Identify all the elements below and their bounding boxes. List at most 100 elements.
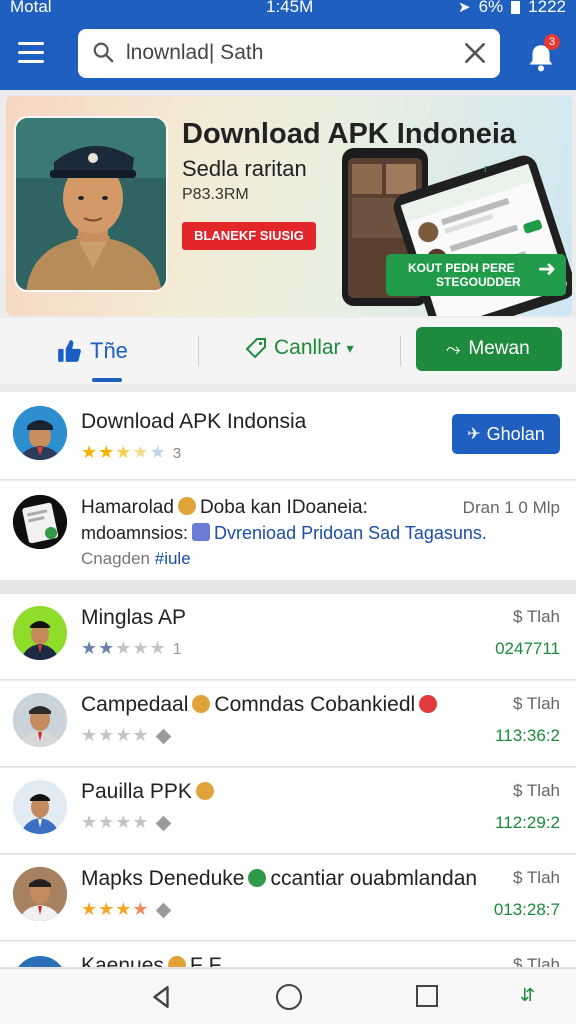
emoji-icon bbox=[192, 695, 211, 713]
status-right-text: 1222 bbox=[528, 0, 566, 16]
tab-trending[interactable]: Tñe bbox=[56, 336, 128, 366]
app-row[interactable]: Minglas AP ★★★★★ 1 $ Tlah 0247711 bbox=[0, 594, 576, 680]
back-icon[interactable] bbox=[148, 984, 174, 1010]
clock: 1:45M bbox=[266, 0, 314, 16]
featured-avatar bbox=[13, 406, 67, 460]
info-line-2a: mdoamnsios: bbox=[81, 523, 189, 543]
tab-divider bbox=[400, 336, 401, 366]
app-title-a: Campedaal bbox=[81, 693, 189, 716]
recents-icon[interactable] bbox=[416, 985, 438, 1007]
banner-red-button[interactable]: BLANEKF SIUSIG bbox=[182, 222, 316, 250]
gift-icon bbox=[192, 523, 211, 541]
app-title-suffix: F F bbox=[189, 954, 222, 968]
chevron-down-icon: ▾ bbox=[346, 339, 354, 356]
info-avatar bbox=[13, 495, 67, 549]
featured-app-title: Download APK Indonsia bbox=[81, 410, 307, 433]
hashtag-link[interactable]: #iule bbox=[155, 549, 191, 568]
diamond-icon bbox=[155, 728, 171, 745]
info-line-2: mdoamnsios: Dvrenioad Pridoan Sad Tagasun… bbox=[81, 523, 487, 544]
phone-badge-text: r bbox=[484, 163, 488, 175]
rating-stars: ★★★★ bbox=[81, 899, 171, 920]
home-icon[interactable] bbox=[276, 984, 302, 1010]
promo-banner[interactable]: Download APK Indoneia Sedla raritan P83.… bbox=[6, 96, 572, 316]
play-icon bbox=[248, 869, 267, 887]
banner-cta-button[interactable]: KOUT PEDH PERE STEGOUDDER ➜ bbox=[386, 254, 566, 296]
app-downloads: 112:29:2 bbox=[495, 813, 560, 832]
location-icon: ➤ bbox=[458, 0, 471, 16]
app-bar: 3 bbox=[0, 18, 576, 90]
send-icon: ⤳ bbox=[446, 338, 461, 359]
notification-button[interactable]: 3 bbox=[524, 34, 564, 74]
app-title: Minglas AP bbox=[81, 606, 187, 629]
app-downloads: 013:28:7 bbox=[493, 900, 560, 919]
rating-stars: ★★★★★ 1 bbox=[81, 638, 183, 658]
battery-icon bbox=[511, 0, 521, 14]
arrow-right-icon: ➜ bbox=[537, 256, 556, 281]
app-avatar bbox=[13, 606, 67, 660]
app-size: $ Tlah bbox=[513, 868, 560, 887]
app-size: $ Tlah bbox=[513, 781, 560, 800]
rating-count: 3 bbox=[172, 445, 183, 462]
tab-divider bbox=[198, 336, 199, 366]
info-line-1: Hamarolad Doba kan IDoaneia: bbox=[81, 497, 368, 519]
coin-icon bbox=[195, 782, 214, 800]
featured-app-row[interactable]: Download APK Indonsia ★★★★★ 3 ✈ Gholan bbox=[0, 392, 576, 480]
app-row[interactable]: Mapks Deneduke ccantiar ouabmlandan ★★★★ … bbox=[0, 855, 576, 941]
download-button[interactable]: ✈ Gholan bbox=[452, 414, 560, 454]
tab-new-button[interactable]: ⤳ Mewan bbox=[416, 327, 562, 371]
app-row[interactable]: Pauilla PPK ★★★★ $ Tlah 112:29:2 bbox=[0, 768, 576, 854]
app-size: $ Tlah bbox=[513, 607, 560, 626]
app-size: $ Tlah bbox=[513, 694, 560, 713]
app-title: Pauilla PPK bbox=[81, 780, 218, 804]
app-title-text: Kaenues bbox=[81, 954, 164, 968]
emoji-icon bbox=[177, 497, 196, 515]
app-avatar bbox=[13, 693, 67, 747]
rocket-icon: ✈ bbox=[467, 426, 481, 443]
tab-new-label: Mewan bbox=[468, 338, 530, 359]
alert-icon bbox=[419, 695, 438, 713]
app-title: Kaenues F F bbox=[81, 954, 222, 968]
tag-icon bbox=[245, 338, 266, 359]
app-title-b: ccantiar ouabmlandan bbox=[270, 867, 478, 890]
search-bar[interactable] bbox=[78, 29, 500, 78]
info-row[interactable]: Hamarolad Doba kan IDoaneia: mdoamnsios: D… bbox=[0, 481, 576, 581]
info-line-1a: Hamarolad bbox=[81, 497, 174, 518]
rating-suffix: 1 bbox=[172, 641, 183, 658]
tab-bar: Tñe Canllar ▾ ⤳ Mewan bbox=[0, 318, 576, 384]
info-line-3: Cnagden #iule bbox=[81, 549, 191, 569]
app-title-b: Comndas Cobankiedl bbox=[214, 693, 416, 716]
app-title: Mapks Deneduke ccantiar ouabmlandan bbox=[81, 867, 477, 891]
app-avatar bbox=[13, 956, 67, 967]
close-icon[interactable] bbox=[462, 40, 488, 66]
section-divider bbox=[0, 582, 576, 594]
search-icon bbox=[93, 42, 114, 63]
info-line-3a: Cnagden bbox=[81, 549, 151, 568]
download-button-label: Gholan bbox=[486, 423, 545, 444]
tab-category[interactable]: Canllar ▾ bbox=[244, 336, 354, 360]
app-avatar bbox=[13, 867, 67, 921]
info-right-text: Dran 1 0 Mlp bbox=[462, 498, 560, 517]
banner-price: P83.3RM bbox=[182, 186, 249, 203]
diamond-icon bbox=[155, 815, 171, 832]
app-row[interactable]: Kaenues F F $ Tlah bbox=[0, 942, 576, 968]
app-size: $ Tlah bbox=[513, 955, 560, 968]
tab-trending-label: Tñe bbox=[90, 338, 128, 363]
battery-percent: 6% bbox=[478, 0, 504, 16]
app-downloads: 0247711 bbox=[495, 639, 560, 658]
diamond-icon bbox=[155, 902, 171, 919]
app-avatar bbox=[13, 780, 67, 834]
rating-stars: ★★★★ bbox=[81, 725, 171, 746]
tab-category-label: Canllar bbox=[274, 336, 341, 359]
status-bar: Motal 1:45M ➤ 6% 1222 bbox=[0, 0, 576, 18]
app-downloads: 113:36:2 bbox=[495, 726, 560, 745]
carrier-label: Motal bbox=[10, 0, 52, 16]
rating-stars: ★★★★ bbox=[81, 812, 171, 833]
info-line-2b[interactable]: Dvrenioad Pridoan Sad Tagasuns. bbox=[214, 523, 487, 543]
thumbs-up-icon bbox=[58, 340, 81, 362]
menu-icon[interactable] bbox=[18, 42, 44, 64]
app-row[interactable]: Campedaal Comndas Cobankiedl ★★★★ $ Tlah … bbox=[0, 681, 576, 767]
nav-extra-icon: ⇵ bbox=[520, 985, 536, 1005]
tab-underline bbox=[92, 378, 122, 382]
app-title: Campedaal Comndas Cobankiedl bbox=[81, 693, 441, 717]
search-input[interactable] bbox=[126, 39, 446, 67]
